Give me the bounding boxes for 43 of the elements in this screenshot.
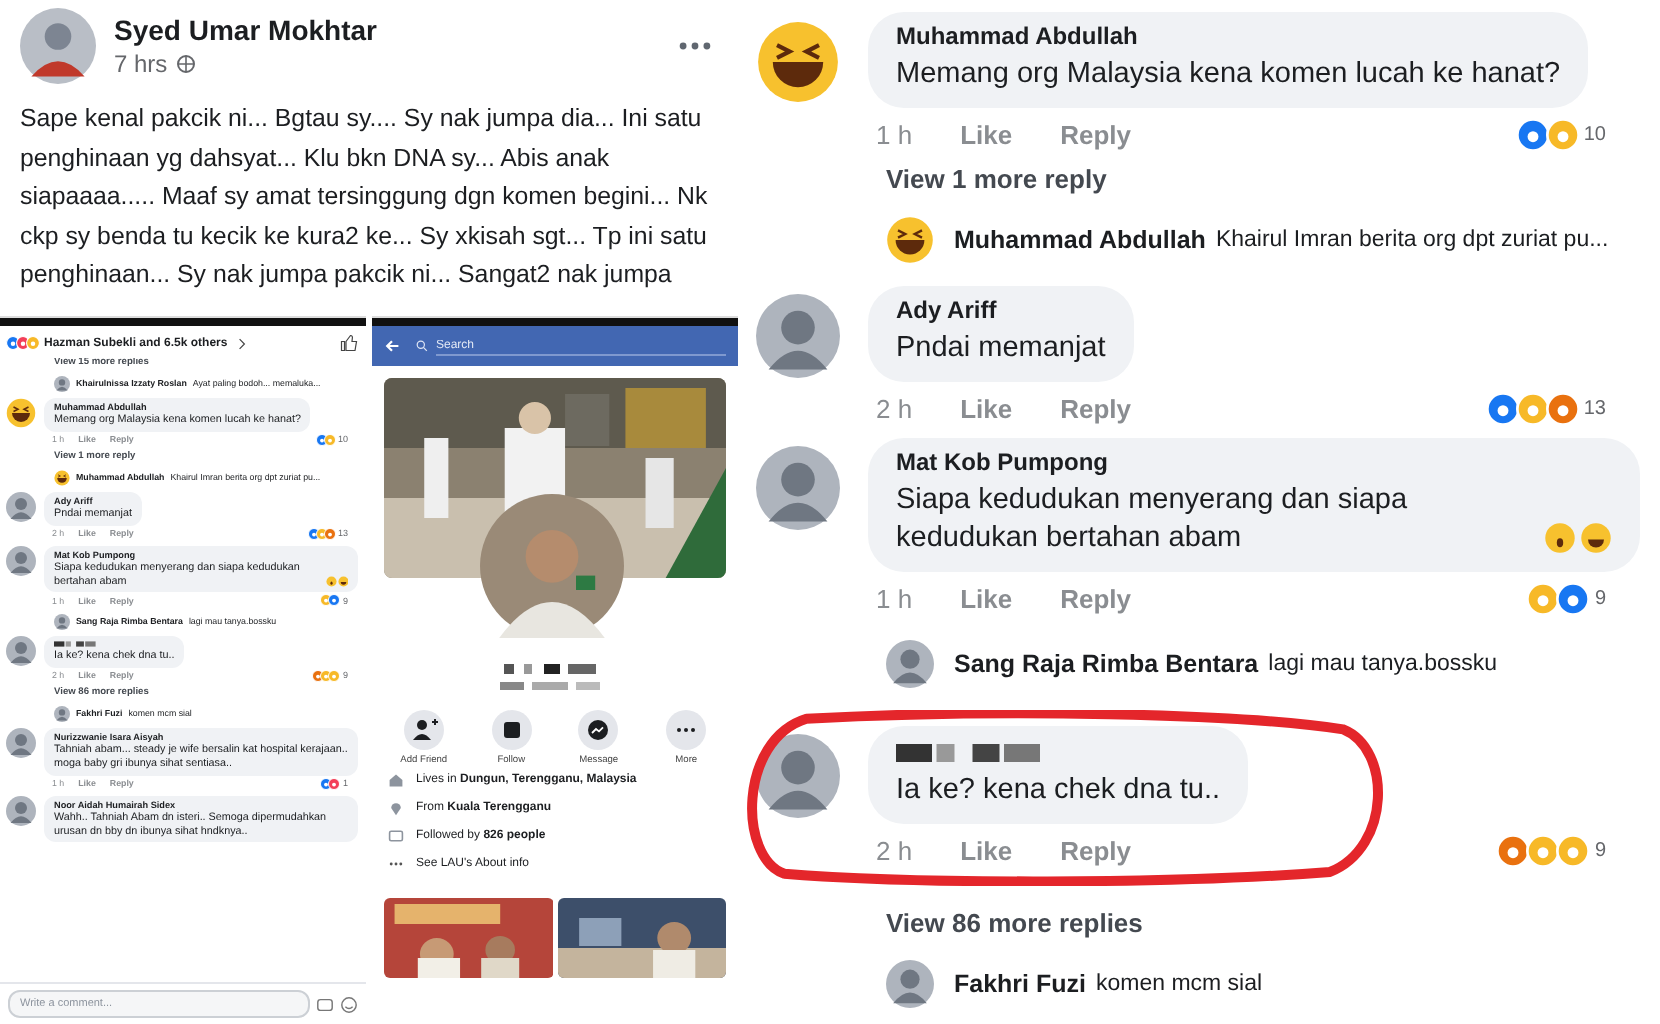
more-options-icon[interactable] <box>678 40 712 52</box>
comment-text: Siapa kedudukan menyerang dan siapa kedudukan bertahan abam <box>896 482 1410 558</box>
more-replies-link[interactable]: View 86 more replies <box>886 908 1640 938</box>
comment-text: Memang org Malaysia kena komen lucah ke hanat? <box>896 56 1561 94</box>
comment-author[interactable]: Muhammad Abdullah <box>896 22 1561 50</box>
avatar[interactable] <box>6 492 36 523</box>
avatar[interactable] <box>756 294 840 378</box>
post-text: Sape kenal pakcik ni... Bgtau sy.... Sy nak jumpa dia... Ini satu penghinaan yg dahsyat... Klu bkn DNA sy... Abis anak siapaaaa..... Maaf sy amat tersinggung dgn komen begini... Nk ckp sy benda tu kecik ke kura2 ke... Sy xkisah sgt... Tp ini satu penghinaan... Sy nak jumpa pakcik ni... Sangat2 nak jumpa <box>20 102 710 292</box>
comment-time: 2 h <box>876 836 913 866</box>
comment-time: 1 h <box>876 584 913 614</box>
reply-text: Khairul Imran berita org dpt zuriat pu... <box>1215 228 1609 252</box>
avatar[interactable] <box>6 546 36 577</box>
comment-text: Ia ke? kena chek dna tu.. <box>896 772 1221 810</box>
reply-author[interactable]: Sang Raja Rimba Bentara <box>954 650 1259 678</box>
back-arrow-icon[interactable] <box>384 338 400 354</box>
avatar[interactable] <box>54 705 70 722</box>
comment-time: 1 h <box>876 120 913 150</box>
reply-text: komen mcm sial <box>1095 972 1263 996</box>
more-replies-link[interactable]: View 1 more reply <box>886 164 1640 194</box>
comment-text: Pndai memanjat <box>896 330 1106 368</box>
avatar[interactable] <box>756 446 840 530</box>
post-author[interactable]: Syed Umar Mokhtar <box>114 14 660 46</box>
avatar[interactable] <box>6 728 36 759</box>
globe-icon <box>175 54 196 74</box>
chevron-right-icon[interactable] <box>237 337 246 349</box>
avatar[interactable] <box>6 636 36 667</box>
avatar[interactable] <box>54 613 70 630</box>
avatar[interactable] <box>6 796 36 827</box>
search-icon <box>416 340 428 352</box>
like-icon[interactable] <box>340 334 358 352</box>
comment-author[interactable]: Mat Kob Pumpong <box>896 448 1612 476</box>
comment-author[interactable]: Ady Ariff <box>896 296 1106 324</box>
avatar[interactable] <box>756 734 840 818</box>
avatar[interactable] <box>886 640 934 688</box>
profile-avatar[interactable] <box>20 8 96 84</box>
reply-author[interactable]: Fakhri Fuzi <box>954 970 1086 998</box>
reply-text: lagi mau tanya.bossku <box>1268 652 1498 676</box>
avatar[interactable] <box>54 375 70 391</box>
comment-time: 2 h <box>876 394 913 424</box>
reply-author[interactable]: Muhammad Abdullah <box>954 226 1206 254</box>
smiley-icon[interactable] <box>340 995 358 1013</box>
avatar[interactable] <box>886 960 934 1008</box>
post-time: 7 hrs <box>114 50 168 78</box>
